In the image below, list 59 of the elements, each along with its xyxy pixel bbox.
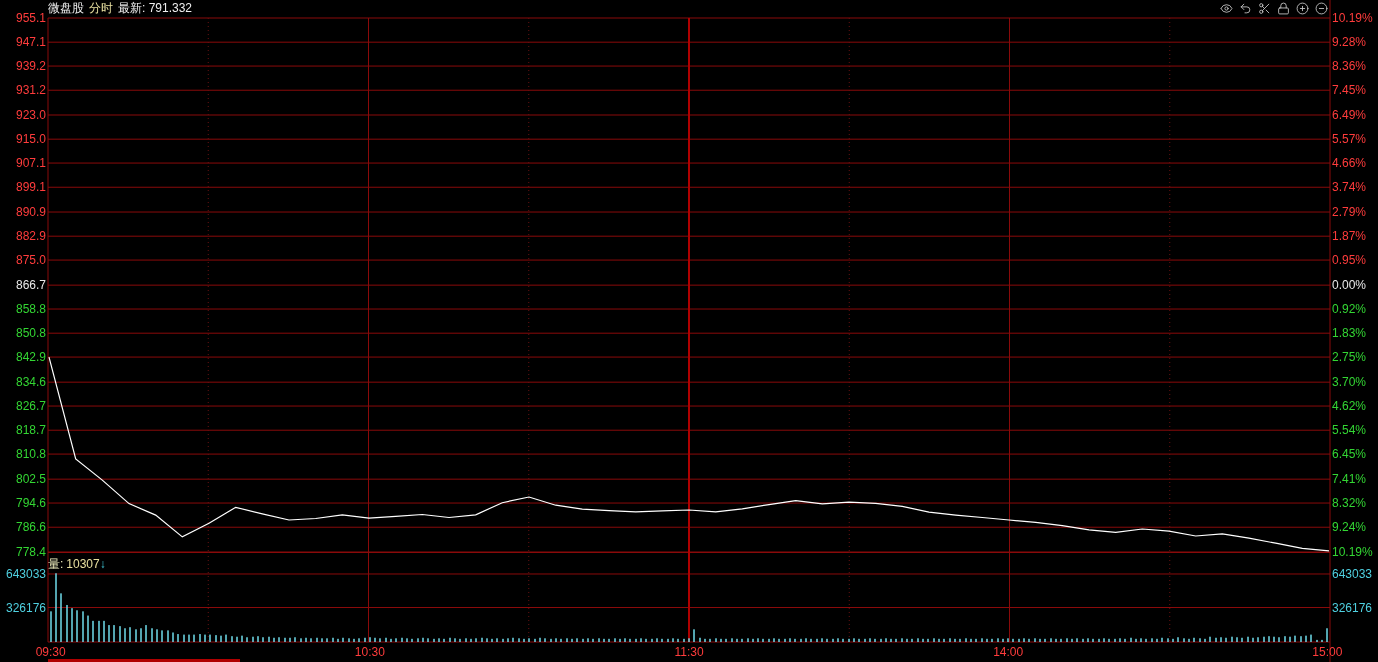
price-axis-label: 931.2 (15, 83, 46, 98)
time-axis-label: 10:30 (354, 645, 385, 659)
time-axis-label: 15:00 (1312, 645, 1343, 659)
price-axis-label: 939.2 (15, 59, 46, 74)
percent-axis-label: 6.45% (1332, 447, 1367, 462)
percent-axis-label: 10.19% (1332, 11, 1373, 25)
percent-axis-label: 0.00% (1332, 278, 1367, 293)
percent-axis-label: 10.19% (1332, 545, 1373, 559)
percent-axis-label: 3.74% (1332, 180, 1367, 195)
price-axis-label: 955.1 (15, 11, 46, 25)
latest-price: 最新: 791.332 (118, 0, 193, 17)
percent-axis-label: 7.41% (1332, 472, 1367, 487)
percent-axis-label: 4.62% (1332, 399, 1367, 414)
percent-axis-label: 2.79% (1332, 205, 1367, 219)
percent-axis-label: 1.83% (1332, 326, 1367, 341)
time-axis-label: 14:00 (993, 645, 1024, 659)
volume-axis-label: 643033 (1332, 567, 1373, 581)
price-axis-label: 875.0 (15, 253, 46, 268)
percent-axis-label: 9.24% (1332, 520, 1367, 535)
price-axis-label: 890.9 (15, 205, 46, 219)
price-axis-label: 778.4 (15, 545, 46, 559)
index-name: 微盘股 (48, 0, 84, 17)
percent-axis-label: 2.75% (1332, 350, 1367, 365)
percent-axis-label: 7.45% (1332, 83, 1367, 98)
price-axis-label: 882.9 (15, 229, 46, 244)
volume-axis-label: 326176 (5, 600, 46, 615)
percent-axis-label: 6.49% (1332, 108, 1367, 122)
price-axis-label: 947.1 (15, 35, 46, 50)
price-axis-label: 810.8 (15, 447, 46, 462)
price-axis-label: 923.0 (15, 108, 46, 122)
percent-axis-label: 8.36% (1332, 59, 1367, 74)
percent-axis-label: 4.66% (1332, 156, 1367, 171)
time-axis-label: 11:30 (674, 645, 704, 659)
percent-axis-label: 0.95% (1332, 253, 1367, 268)
price-axis-label: 794.6 (15, 496, 46, 511)
volume-readout: 量: 10307↓ (48, 557, 106, 571)
period-label: 分时 (89, 0, 113, 17)
price-axis-label: 907.1 (15, 156, 46, 171)
price-axis-label: 802.5 (15, 472, 46, 487)
price-axis-label: 866.7 (15, 278, 46, 293)
price-axis-label: 834.6 (15, 375, 46, 390)
percent-axis-label: 5.54% (1332, 423, 1367, 438)
percent-axis-label: 0.92% (1332, 302, 1367, 317)
percent-axis-label: 1.87% (1332, 229, 1367, 244)
percent-axis-label: 9.28% (1332, 35, 1367, 50)
price-axis-label: 826.7 (15, 399, 46, 414)
price-axis-label: 786.6 (15, 520, 46, 535)
price-axis-label: 818.7 (15, 423, 46, 438)
percent-axis-label: 5.57% (1332, 132, 1367, 147)
percent-axis-label: 8.32% (1332, 496, 1367, 511)
price-axis-label: 899.1 (15, 180, 46, 195)
price-axis-label: 915.0 (15, 132, 46, 147)
volume-axis-label: 326176 (1332, 600, 1373, 615)
price-axis-label: 850.8 (15, 326, 46, 341)
price-axis-label: 858.8 (15, 302, 46, 317)
time-axis-label: 09:30 (35, 645, 66, 659)
price-axis-label: 842.9 (15, 350, 46, 365)
percent-axis-label: 3.70% (1332, 375, 1367, 390)
volume-axis-label: 643033 (5, 567, 46, 581)
